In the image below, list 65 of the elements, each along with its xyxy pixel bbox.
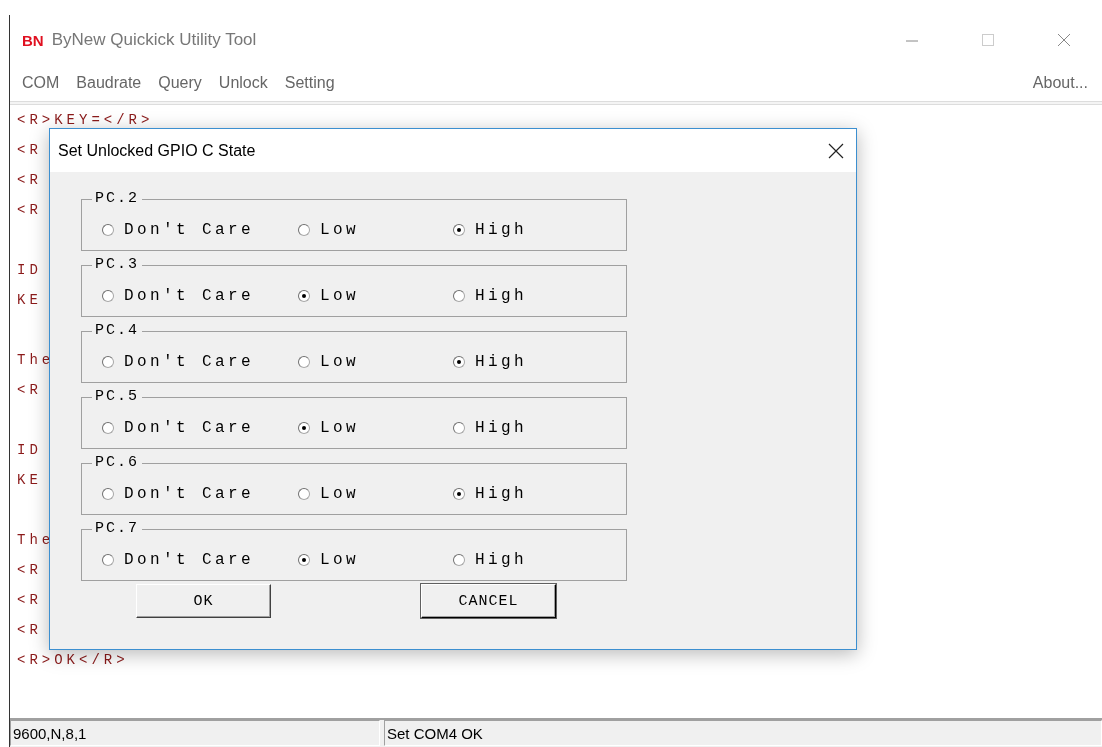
radio-option[interactable]: Low <box>298 419 359 437</box>
status-pane: 9600,N,8,1 <box>10 720 380 746</box>
radio-button[interactable] <box>102 356 114 368</box>
log-line: ID <box>17 441 42 460</box>
radio-option[interactable]: Don't Care <box>102 287 254 305</box>
log-line: <R <box>17 381 42 400</box>
log-line: <R <box>17 201 42 220</box>
log-line: The <box>17 351 55 370</box>
ok-button[interactable]: OK <box>136 584 271 618</box>
window-title: ByNew Quickick Utility Tool <box>51 30 257 50</box>
radio-option[interactable]: Don't Care <box>102 353 254 371</box>
log-line: KE <box>17 291 42 310</box>
close-icon[interactable] <box>828 142 844 159</box>
radio-button[interactable] <box>453 356 465 368</box>
radio-option[interactable]: High <box>453 353 527 371</box>
log-line: <R <box>17 591 42 610</box>
log-line: <R <box>17 171 42 190</box>
radio-option[interactable]: Don't Care <box>102 551 254 569</box>
log-line: ID <box>17 261 42 280</box>
radio-button[interactable] <box>298 554 310 566</box>
radio-option[interactable]: High <box>453 551 527 569</box>
radio-option[interactable]: High <box>453 221 527 239</box>
radio-button[interactable] <box>453 554 465 566</box>
radio-button[interactable] <box>298 356 310 368</box>
radio-button[interactable] <box>102 554 114 566</box>
radio-button[interactable] <box>298 422 310 434</box>
menu-item[interactable]: About... <box>1032 74 1088 92</box>
log-line: <R <box>17 621 42 640</box>
radio-option[interactable]: High <box>453 485 527 503</box>
radio-option[interactable]: Don't Care <box>102 485 254 503</box>
radio-button[interactable] <box>453 422 465 434</box>
log-line: The <box>17 531 55 550</box>
log-line: <R <box>17 141 42 160</box>
radio-button[interactable] <box>453 488 465 500</box>
radio-option[interactable]: Don't Care <box>102 419 254 437</box>
cancel-button[interactable]: CANCEL <box>421 584 556 618</box>
radio-option[interactable]: High <box>453 287 527 305</box>
log-line: <R>OK</R> <box>17 651 129 670</box>
menu-item[interactable]: Query <box>158 74 202 92</box>
radio-option[interactable]: High <box>453 419 527 437</box>
radio-button[interactable] <box>453 224 465 236</box>
menu-item[interactable]: Unlock <box>218 74 268 92</box>
radio-button[interactable] <box>102 224 114 236</box>
status-pane: Set COM4 OK <box>384 720 1102 746</box>
radio-button[interactable] <box>453 290 465 302</box>
radio-option[interactable]: Low <box>298 287 359 305</box>
app-logo: BN <box>22 31 44 49</box>
log-line: <R>KEY=</R> <box>17 111 154 130</box>
radio-option[interactable]: Low <box>298 485 359 503</box>
menu-item[interactable]: COM <box>22 74 60 92</box>
radio-option[interactable]: Low <box>298 551 359 569</box>
radio-option[interactable]: Low <box>298 221 359 239</box>
radio-option[interactable]: Low <box>298 353 359 371</box>
dialog-title: Set Unlocked GPIO C State <box>58 141 256 160</box>
radio-option[interactable]: Don't Care <box>102 221 254 239</box>
radio-button[interactable] <box>102 488 114 500</box>
radio-button[interactable] <box>298 224 310 236</box>
radio-button[interactable] <box>102 290 114 302</box>
radio-button[interactable] <box>102 422 114 434</box>
radio-button[interactable] <box>298 488 310 500</box>
menu-item[interactable]: Setting <box>284 74 335 92</box>
radio-button[interactable] <box>298 290 310 302</box>
log-line: KE <box>17 471 42 490</box>
log-line: <R <box>17 561 42 580</box>
menu-item[interactable]: Baudrate <box>76 74 142 92</box>
